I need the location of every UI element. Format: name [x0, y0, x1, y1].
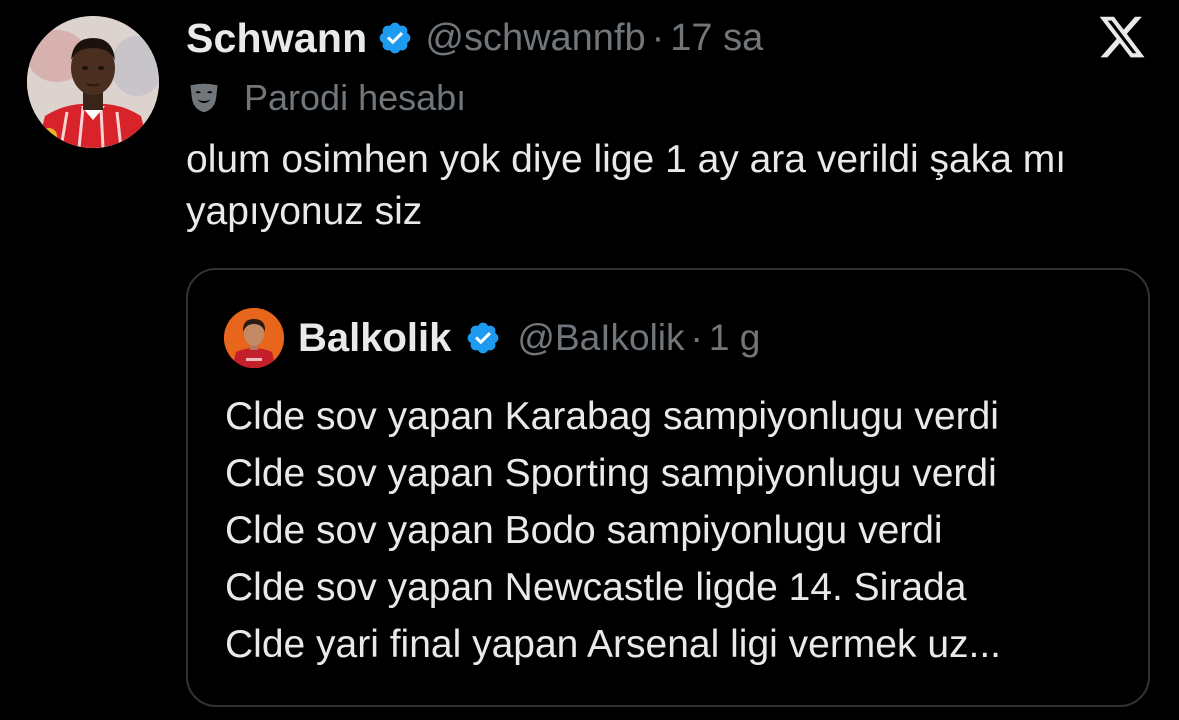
- quoted-tweet-text: Clde sov yapan Karabag sampiyonlugu verd…: [225, 388, 1145, 673]
- quoted-author-display-name[interactable]: Balkolik: [298, 316, 451, 361]
- parody-account-label: Parodi hesabı: [186, 76, 466, 120]
- profile-photo-icon: [27, 16, 159, 148]
- author-handle[interactable]: @schwannfb: [425, 17, 645, 60]
- quoted-tweet-header: Balkolik @BaIkolik · 1 g: [298, 312, 760, 364]
- verified-badge-icon: [465, 320, 501, 356]
- separator-dot: ·: [690, 317, 703, 358]
- quoted-tweet-line: Clde sov yapan Karabag sampiyonlugu verd…: [225, 395, 999, 438]
- tweet-text: olum osimhen yok diye lige 1 ay ara veri…: [186, 138, 1067, 233]
- separator-dot: ·: [651, 16, 665, 59]
- author-avatar[interactable]: [27, 16, 159, 148]
- quoted-author-handle[interactable]: @BaIkolik: [517, 317, 684, 359]
- profile-photo-icon: [224, 308, 284, 368]
- parody-label-text: Parodi hesabı: [244, 77, 467, 118]
- quoted-tweet-line: Clde sov yapan Sporting sampiyonlugu ver…: [225, 452, 997, 495]
- quoted-tweet-line: Clde sov yapan Bodo sampiyonlugu verdi: [225, 509, 943, 552]
- verified-badge-icon: [377, 20, 413, 56]
- quoted-tweet-card[interactable]: Balkolik @BaIkolik · 1 g Clde sov yapan …: [186, 268, 1150, 707]
- tweet-timestamp[interactable]: 17 sa: [670, 17, 763, 60]
- theater-mask-icon: [186, 80, 222, 116]
- quoted-tweet-line: Clde sov yapan Newcastle ligde 14. Sirad…: [225, 566, 967, 609]
- x-logo-icon: [1097, 12, 1147, 62]
- author-display-name[interactable]: Schwann: [186, 15, 367, 62]
- tweet: Schwann @schwannfb · 17 sa Parodi hesabı: [0, 0, 1179, 720]
- quoted-author-avatar[interactable]: [224, 308, 284, 368]
- quoted-tweet-timestamp[interactable]: 1 g: [709, 317, 760, 359]
- quoted-tweet-line: Clde yari final yapan Arsenal ligi verme…: [225, 623, 1002, 666]
- tweet-header: Schwann @schwannfb · 17 sa: [186, 10, 763, 66]
